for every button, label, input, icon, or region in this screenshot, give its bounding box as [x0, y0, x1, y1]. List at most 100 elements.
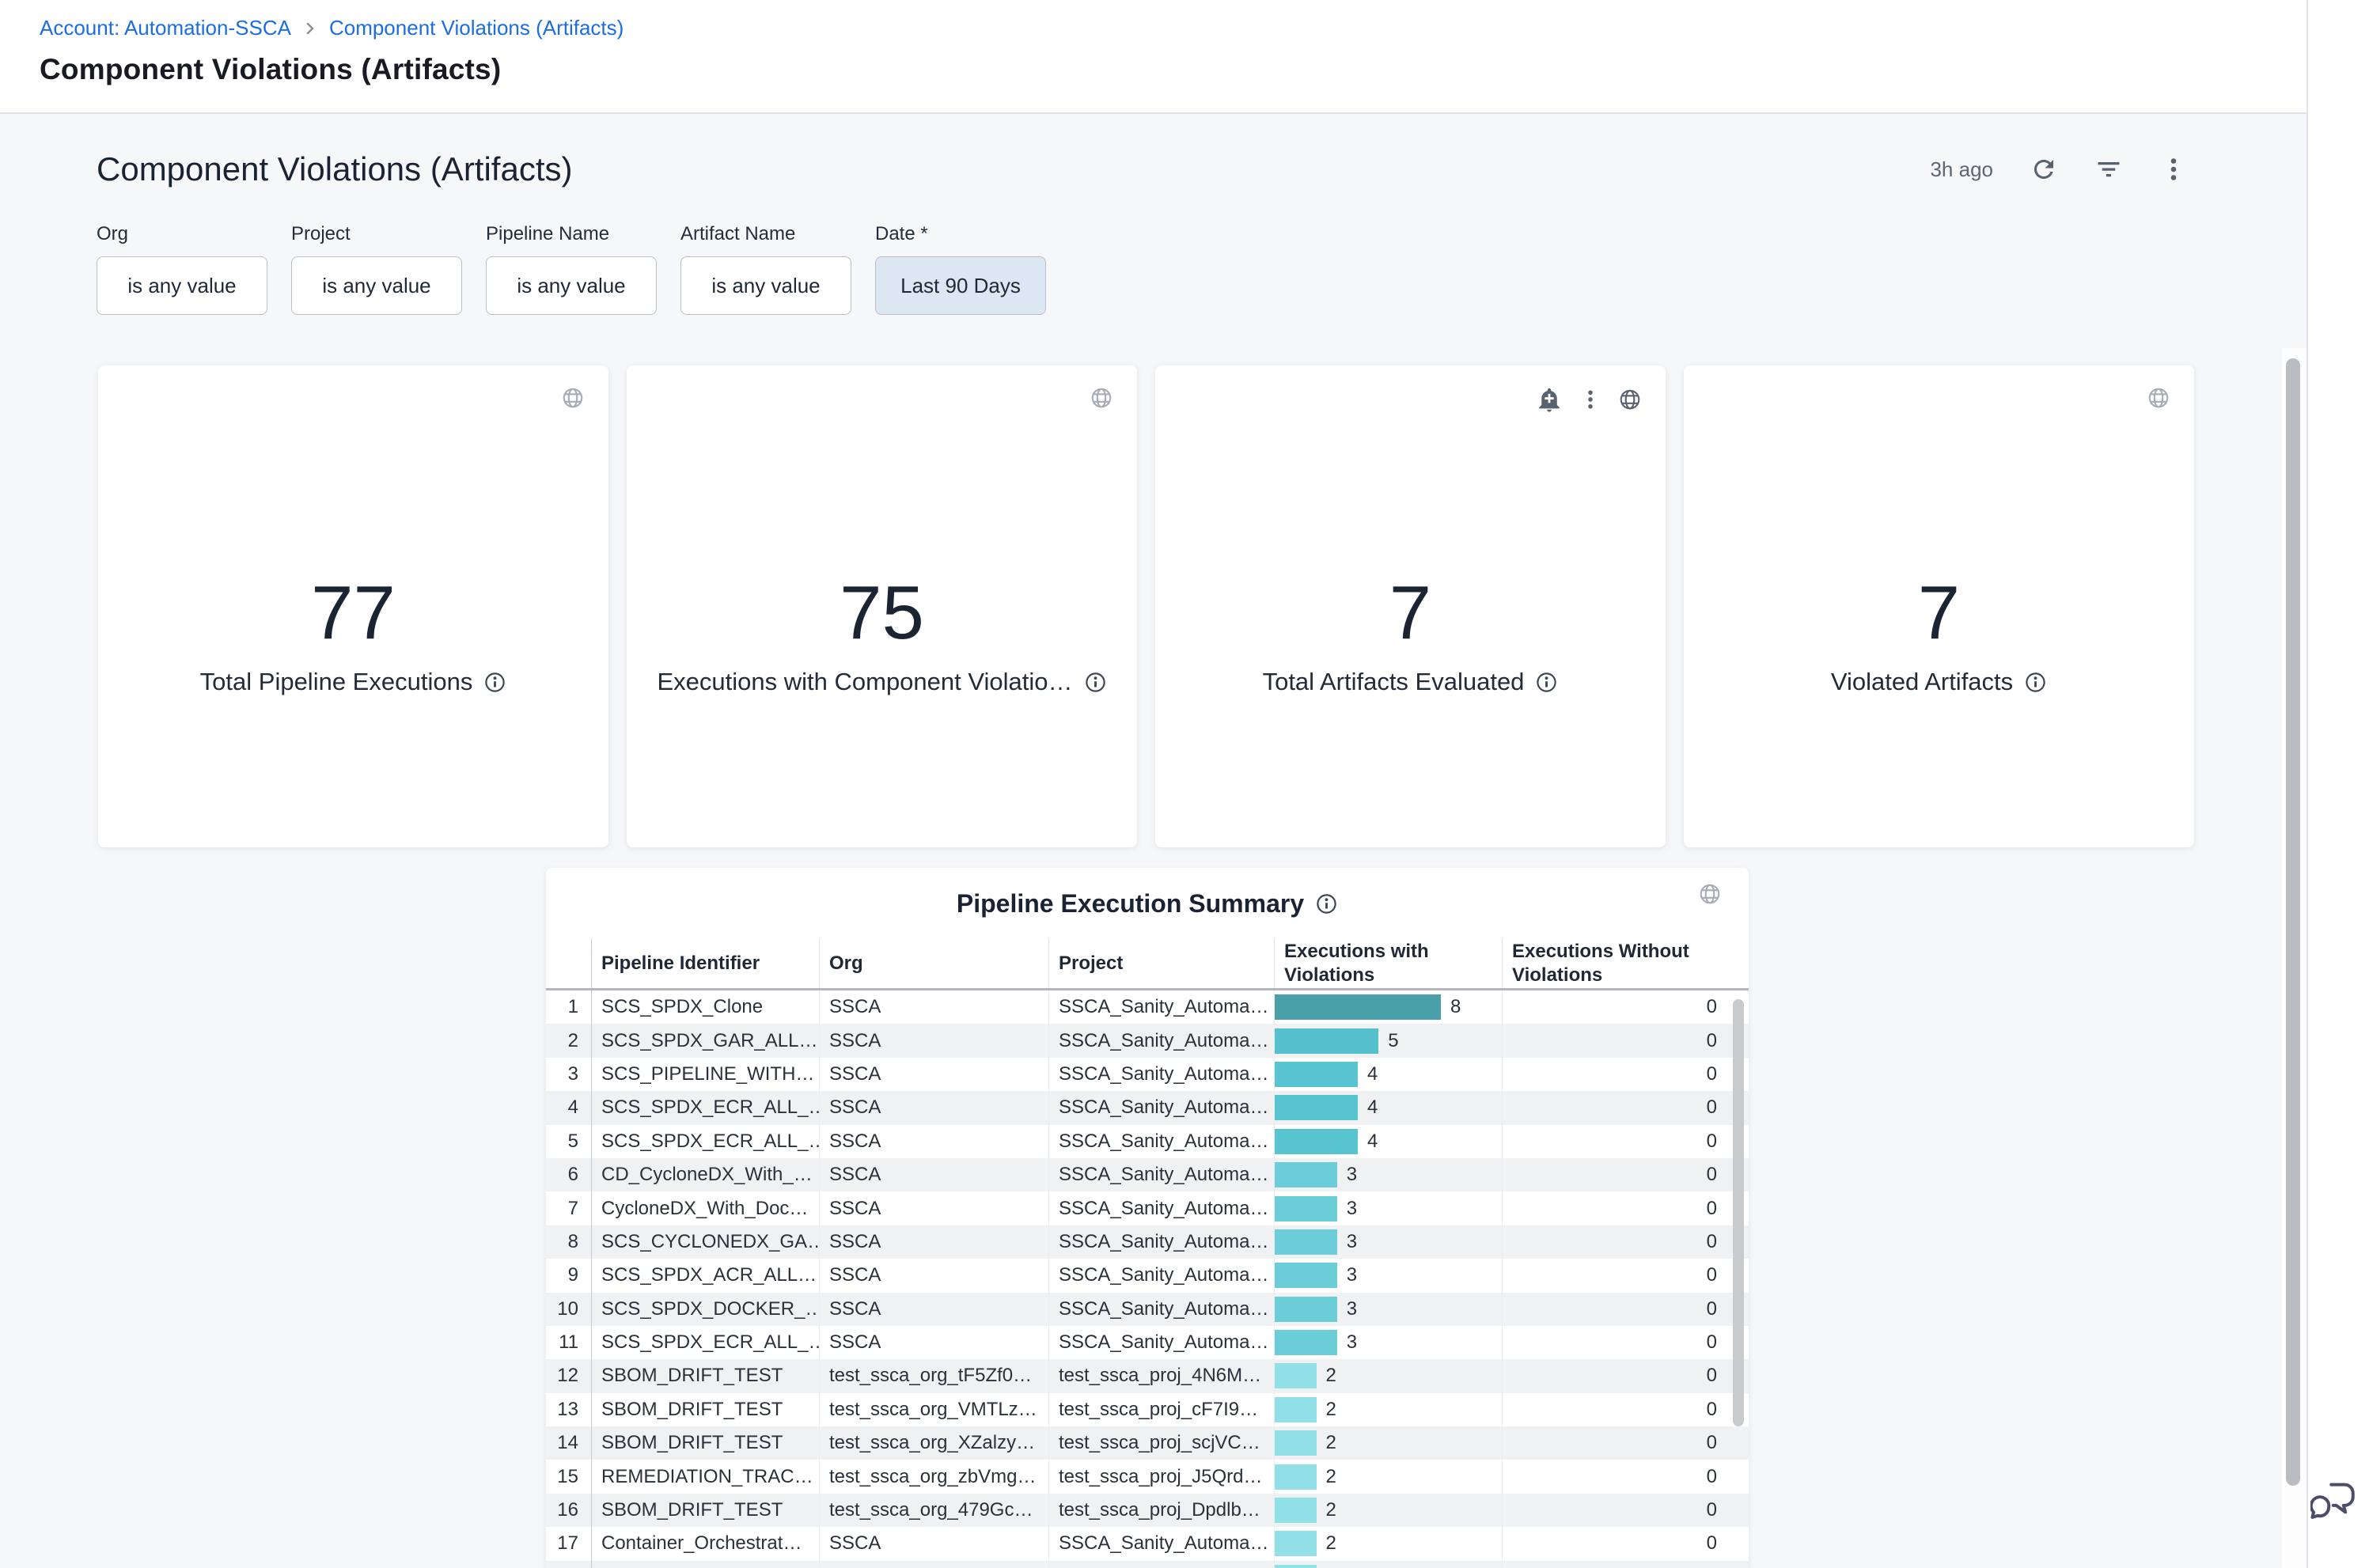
table-row[interactable]: 5SCS_SPDX_ECR_ALL_…SSCASSCA_Sanity_Autom…: [546, 1125, 1749, 1158]
violation-bar-value: 3: [1347, 1331, 1357, 1354]
table-row[interactable]: 12SBOM_DRIFT_TESTtest_ssca_org_tF5Zf0…te…: [546, 1359, 1749, 1392]
column-header-pipeline-identifier[interactable]: Pipeline Identifier: [592, 952, 819, 975]
table-row[interactable]: 16SBOM_DRIFT_TESTtest_ssca_org_479Gc…tes…: [546, 1494, 1749, 1527]
column-header-executions-with-violations[interactable]: Executions with Violations: [1274, 939, 1502, 988]
violation-bar-value: 2: [1326, 1532, 1336, 1555]
info-icon[interactable]: [2024, 671, 2047, 694]
cell-pipeline-identifier: SBOM_DRIFT_TEST: [592, 1426, 819, 1460]
chat-widget-button[interactable]: [2310, 1476, 2358, 1524]
table-row[interactable]: 17Container_Orchestrat…SSCASSCA_Sanity_A…: [546, 1527, 1749, 1560]
globe-icon[interactable]: [1618, 388, 1642, 411]
globe-icon[interactable]: [561, 386, 585, 410]
table-row[interactable]: 2SCS_SPDX_GAR_ALL…SSCASSCA_Sanity_Automa…: [546, 1024, 1749, 1057]
column-header-project[interactable]: Project: [1048, 939, 1274, 988]
breadcrumb: Account: Automation-SSCA Component Viola…: [40, 16, 2306, 40]
cell-pipeline-identifier: SCS_SPDX_ACR_ALL…: [592, 1259, 819, 1292]
breadcrumb-account-link[interactable]: Account: Automation-SSCA: [40, 16, 291, 40]
cell-executions-without-violations: 0: [1502, 1191, 1731, 1225]
page-title: Component Violations (Artifacts): [40, 53, 2306, 86]
breadcrumb-current-link[interactable]: Component Violations (Artifacts): [329, 16, 624, 40]
violation-bar-value: 2: [1326, 1365, 1336, 1387]
filter-value-pipeline-name[interactable]: is any value: [486, 256, 657, 315]
table-row[interactable]: 1SCS_SPDX_CloneSSCASSCA_Sanity_Automa…80: [546, 990, 1749, 1024]
cell-project: SSCA_Sanity_Automa…: [1048, 1024, 1274, 1057]
dashboard-filters-button[interactable]: [2094, 155, 2123, 184]
filter-label-pipeline-name: Pipeline Name: [486, 223, 657, 245]
globe-icon[interactable]: [2147, 386, 2170, 410]
filter-group-org: Orgis any value: [97, 223, 267, 315]
row-index: [546, 1561, 592, 1568]
table-row[interactable]: 13SBOM_DRIFT_TESTtest_ssca_org_VMTLz…tes…: [546, 1393, 1749, 1426]
stat-tiles-row: 77Total Pipeline Executions75Executions …: [98, 365, 2306, 847]
info-icon[interactable]: [483, 671, 506, 694]
table-row[interactable]: 8SCS_CYCLONEDX_GA…SSCASSCA_Sanity_Automa…: [546, 1225, 1749, 1259]
table-row[interactable]: 9SCS_SPDX_ACR_ALL…SSCASSCA_Sanity_Automa…: [546, 1259, 1749, 1292]
cell-org: SSCA: [819, 1259, 1048, 1292]
violation-bar: [1275, 1430, 1317, 1456]
stat-label: Executions with Component Violatio…: [658, 668, 1073, 696]
chevron-right-icon: [301, 19, 320, 38]
table-row[interactable]: 2: [546, 1561, 1749, 1568]
info-icon[interactable]: [1084, 671, 1107, 694]
cell-executions-without-violations: 0: [1502, 1125, 1731, 1158]
table-row[interactable]: 15REMEDIATION_TRAC…test_ssca_org_zbVmg…t…: [546, 1460, 1749, 1493]
row-index: 4: [546, 1091, 592, 1124]
violation-bar: [1275, 1028, 1378, 1054]
cell-pipeline-identifier: SCS_SPDX_GAR_ALL…: [592, 1024, 819, 1057]
table-row[interactable]: 14SBOM_DRIFT_TESTtest_ssca_org_XZalzy…te…: [546, 1426, 1749, 1460]
table-row[interactable]: 3SCS_PIPELINE_WITH…SSCASSCA_Sanity_Autom…: [546, 1058, 1749, 1091]
cell-org: SSCA: [819, 1125, 1048, 1158]
page-scrollbar-track[interactable]: [2282, 348, 2306, 1568]
violation-bar-value: 3: [1347, 1164, 1357, 1186]
table-row[interactable]: 4SCS_SPDX_ECR_ALL_…SSCASSCA_Sanity_Autom…: [546, 1091, 1749, 1124]
filter-value-date[interactable]: Last 90 Days: [875, 256, 1046, 315]
violation-bar-value: 3: [1347, 1231, 1357, 1253]
refresh-button[interactable]: [2030, 155, 2058, 184]
dashboard-more-menu-button[interactable]: [2159, 155, 2188, 184]
info-icon[interactable]: [1535, 671, 1558, 694]
stat-tile-1: 77Total Pipeline Executions: [98, 365, 608, 847]
globe-icon[interactable]: [1698, 882, 1722, 906]
cell-executions-without-violations: 0: [1502, 1359, 1731, 1392]
row-index: 14: [546, 1426, 592, 1460]
table-scrollbar-thumb[interactable]: [1733, 999, 1744, 1426]
cell-project: SSCA_Sanity_Automa…: [1048, 1158, 1274, 1191]
row-index: 5: [546, 1125, 592, 1158]
kebab-icon[interactable]: [1579, 388, 1602, 411]
cell-pipeline-identifier: SCS_SPDX_Clone: [592, 990, 819, 1024]
table-row[interactable]: 10SCS_SPDX_DOCKER_…SSCASSCA_Sanity_Autom…: [546, 1293, 1749, 1326]
dashboard-title: Component Violations (Artifacts): [97, 150, 573, 188]
violation-bar-value: 4: [1367, 1131, 1378, 1153]
cell-project: SSCA_Sanity_Automa…: [1048, 1191, 1274, 1225]
column-header-org[interactable]: Org: [819, 939, 1048, 988]
table-row[interactable]: 7CycloneDX_With_Doc…SSCASSCA_Sanity_Auto…: [546, 1191, 1749, 1225]
column-header-executions-without-violations[interactable]: Executions Without Violations: [1502, 939, 1731, 988]
cell-pipeline-identifier: REMEDIATION_TRAC…: [592, 1460, 819, 1493]
filter-label-date: Date *: [875, 223, 1046, 245]
row-index: 13: [546, 1393, 592, 1426]
violation-bar: [1275, 1565, 1317, 1568]
bell-plus-icon[interactable]: [1536, 386, 1563, 413]
cell-org: SSCA: [819, 1326, 1048, 1359]
cell-executions-with-violations: 2: [1274, 1494, 1502, 1527]
page-scrollbar-thumb[interactable]: [2286, 358, 2300, 1486]
cell-project: SSCA_Sanity_Automa…: [1048, 990, 1274, 1024]
cell-pipeline-identifier: SBOM_DRIFT_TEST: [592, 1393, 819, 1426]
filter-label-artifact-name: Artifact Name: [680, 223, 851, 245]
filter-group-date: Date * Last 90 Days: [875, 223, 1046, 315]
filter-value-org[interactable]: is any value: [97, 256, 267, 315]
stat-label: Total Pipeline Executions: [200, 668, 473, 696]
table-row[interactable]: 6CD_CycloneDX_With_…SSCASSCA_Sanity_Auto…: [546, 1158, 1749, 1191]
filter-value-project[interactable]: is any value: [291, 256, 462, 315]
row-index: 12: [546, 1359, 592, 1392]
dashboard-actions: 3h ago: [1930, 155, 2188, 184]
violation-bar: [1275, 1062, 1358, 1087]
info-icon[interactable]: [1315, 892, 1338, 915]
globe-icon[interactable]: [1090, 386, 1113, 410]
cell-project: SSCA_Sanity_Automa…: [1048, 1091, 1274, 1124]
filter-value-artifact-name[interactable]: is any value: [680, 256, 851, 315]
violation-bar-value: 2: [1326, 1499, 1336, 1521]
cell-executions-without-violations: 0: [1502, 1259, 1731, 1292]
tile-action-icons: [1090, 386, 1113, 410]
table-row[interactable]: 11SCS_SPDX_ECR_ALL_…SSCASSCA_Sanity_Auto…: [546, 1326, 1749, 1359]
